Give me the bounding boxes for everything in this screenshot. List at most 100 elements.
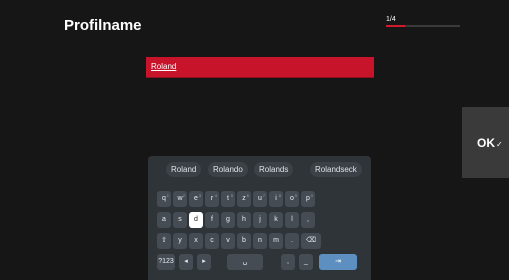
ok-label: OK [477,136,495,150]
key-f[interactable]: f [205,212,219,228]
key-j[interactable]: j [253,212,267,228]
key-r[interactable]: r4 [205,191,219,207]
key-n[interactable]: n [253,233,267,249]
key-o-label: o [290,195,294,202]
suggestion-row: Roland Rolando Rolands Rolandseck [148,156,371,183]
profile-name-value: Roland [151,62,177,71]
key-u-label: u [258,195,262,202]
key-n-label: n [258,237,262,244]
ok-button[interactable]: OK✓ [462,107,509,178]
key-w[interactable]: w2 [173,191,187,207]
key-m[interactable]: m [269,233,283,249]
key-t-label: t [227,195,229,202]
suggestion-chip[interactable]: Rolando [208,162,248,177]
key-hint: 8 [278,193,281,198]
cursor-left-icon-label: ◂ [184,258,188,265]
key-hint: 7 [262,193,265,198]
symbols-key-label: ?123 [158,258,174,265]
key-z-label: z [242,195,246,202]
key-q[interactable]: q1 [157,191,171,207]
key-b-label: b [242,237,246,244]
profile-name-input[interactable]: Roland [146,57,374,78]
key-a[interactable]: a [157,212,171,228]
suggestion-chip[interactable]: Rolandseck [310,162,362,177]
step-progress-bar [386,25,460,27]
key-hint: 6 [246,193,249,198]
key-hint: 9 [294,193,297,198]
ok-label-wrap: OK✓ [477,136,503,150]
key-i[interactable]: i8 [269,191,283,207]
cursor-right-icon-label: ▸ [202,258,206,265]
key-period-label: . [291,237,293,244]
key-r-label: r [210,195,214,202]
key-y-label: y [178,237,182,244]
key-g-label: g [226,216,230,223]
key-a-label: a [162,216,166,223]
key-o[interactable]: o9 [285,191,299,207]
key-hint: 5 [230,193,233,198]
page-title: Profilname [64,17,142,34]
cursor-right-icon[interactable]: ▸ [197,254,211,270]
step-progress-fill [386,25,405,27]
key-p-label: p [306,195,310,202]
key-c[interactable]: c [205,233,219,249]
key-q-label: q [162,195,166,202]
key-hint: 1 [166,193,169,198]
tab-enter-icon[interactable]: ⇥ [319,254,357,270]
key-v-label: v [226,237,230,244]
key-k-label: k [274,216,278,223]
key-hint: 4 [214,193,217,198]
key-comma-2[interactable]: , [281,254,295,270]
key-x-label: x [194,237,198,244]
key-v[interactable]: v [221,233,235,249]
key-comma[interactable]: , [301,212,315,228]
key-comma-2-label: , [287,258,289,265]
suggestion-chip[interactable]: Rolands [254,162,294,177]
key-hint: 0 [310,193,313,198]
key-w-label: w [177,195,183,202]
key-b[interactable]: b [237,233,251,249]
key-s[interactable]: s [173,212,187,228]
suggestion-chip[interactable]: Roland [166,162,202,177]
key-h[interactable]: h [237,212,251,228]
check-icon: ✓ [496,140,503,149]
key-period[interactable]: . [285,233,299,249]
space-key[interactable]: ␣ [227,254,263,270]
tab-enter-icon-label: ⇥ [335,258,341,265]
key-j-label: j [259,216,261,223]
symbols-key[interactable]: ?123 [157,254,175,270]
key-l-label: l [291,216,293,223]
key-d-label: d [194,216,198,223]
key-d[interactable]: d [189,212,203,228]
key-g[interactable]: g [221,212,235,228]
key-underscore-label: _ [304,258,308,265]
key-t[interactable]: t5 [221,191,235,207]
key-l[interactable]: l [285,212,299,228]
shift-icon-label: ⇧ [161,237,167,244]
key-hint: 2 [182,193,185,198]
backspace-icon-label: ⌫ [306,237,316,244]
key-p[interactable]: p0 [301,191,315,207]
key-s-label: s [178,216,182,223]
key-i-label: i [275,195,277,202]
key-comma-label: , [307,216,309,223]
key-h-label: h [242,216,246,223]
key-f-label: f [211,216,213,223]
key-y[interactable]: y [173,233,187,249]
space-key-label: ␣ [242,258,248,265]
key-k[interactable]: k [269,212,283,228]
key-z[interactable]: z6 [237,191,251,207]
key-x[interactable]: x [189,233,203,249]
onscreen-keyboard: Roland Rolando Rolands Rolandseck q1w2e3r4t… [148,156,371,280]
key-c-label: c [210,237,214,244]
key-e-label: e [194,195,198,202]
key-hint: 3 [198,193,201,198]
step-indicator: 1/4 [386,16,396,23]
backspace-icon[interactable]: ⌫ [301,233,321,249]
key-m-label: m [273,237,279,244]
shift-icon[interactable]: ⇧ [157,233,171,249]
cursor-left-icon[interactable]: ◂ [179,254,193,270]
key-underscore[interactable]: _ [299,254,313,270]
key-e[interactable]: e3 [189,191,203,207]
key-u[interactable]: u7 [253,191,267,207]
